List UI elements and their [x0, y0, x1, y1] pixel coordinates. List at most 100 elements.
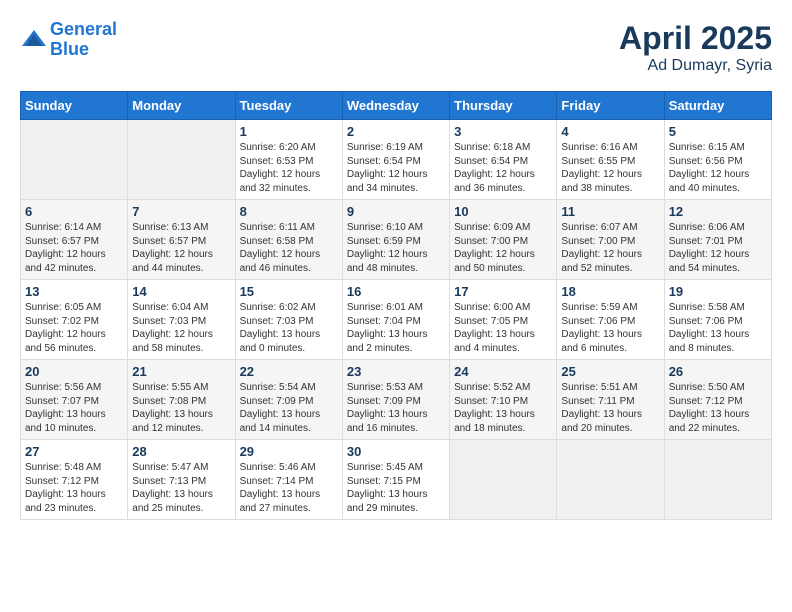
logo: General Blue: [20, 20, 117, 60]
day-number: 15: [240, 284, 338, 299]
day-cell: 10 Sunrise: 6:09 AM Sunset: 7:00 PM Dayli…: [450, 200, 557, 280]
day-cell: [128, 120, 235, 200]
day-info: Sunrise: 6:00 AM Sunset: 7:05 PM Dayligh…: [454, 301, 552, 355]
day-cell: [557, 440, 664, 520]
day-number: 14: [132, 284, 230, 299]
day-number: 29: [240, 444, 338, 459]
week-row-2: 6Sunrise: 6:14 AM Sunset: 6:57 PM Daylig…: [21, 200, 772, 280]
header-row: SundayMondayTuesdayWednesdayThursdayFrid…: [21, 92, 772, 120]
day-cell: 12Sunrise: 6:06 AM Sunset: 7:01 PM Dayli…: [664, 200, 771, 280]
day-number: 8: [240, 204, 338, 219]
day-number: 5: [669, 124, 767, 139]
day-cell: 25 Sunrise: 5:51 AM Sunset: 7:11 PM Dayli…: [557, 360, 664, 440]
day-cell: 27 Sunrise: 5:48 AM Sunset: 7:12 PM Dayli…: [21, 440, 128, 520]
day-number: 26: [669, 364, 767, 379]
day-number: 9: [347, 204, 445, 219]
day-number: 17: [454, 284, 552, 299]
day-cell: 28 Sunrise: 5:47 AM Sunset: 7:13 PM Dayli…: [128, 440, 235, 520]
day-cell: 14 Sunrise: 6:04 AM Sunset: 7:03 PM Dayli…: [128, 280, 235, 360]
day-cell: 4 Sunrise: 6:16 AM Sunset: 6:55 PM Daylig…: [557, 120, 664, 200]
day-number: 28: [132, 444, 230, 459]
day-number: 13: [25, 284, 123, 299]
day-cell: 13 Sunrise: 6:05 AM Sunset: 7:02 PM Dayli…: [21, 280, 128, 360]
day-info: Sunrise: 6:15 AM Sunset: 6:56 PM Dayligh…: [669, 141, 767, 195]
day-info: Sunrise: 5:54 AM Sunset: 7:09 PM Dayligh…: [240, 381, 338, 435]
day-number: 2: [347, 124, 445, 139]
day-number: 21: [132, 364, 230, 379]
day-info: Sunrise: 6:20 AM Sunset: 6:53 PM Dayligh…: [240, 141, 338, 195]
day-info: Sunrise: 5:53 AM Sunset: 7:09 PM Dayligh…: [347, 381, 445, 435]
column-header-sunday: Sunday: [21, 92, 128, 120]
day-info: Sunrise: 6:10 AM Sunset: 6:59 PM Dayligh…: [347, 221, 445, 275]
day-info: Sunrise: 5:52 AM Sunset: 7:10 PM Dayligh…: [454, 381, 552, 435]
day-info: Sunrise: 6:13 AM Sunset: 6:57 PM Dayligh…: [132, 221, 230, 275]
day-info: Sunrise: 6:04 AM Sunset: 7:03 PM Dayligh…: [132, 301, 230, 355]
day-cell: 19Sunrise: 5:58 AM Sunset: 7:06 PM Dayli…: [664, 280, 771, 360]
day-number: 27: [25, 444, 123, 459]
week-row-5: 27 Sunrise: 5:48 AM Sunset: 7:12 PM Dayli…: [21, 440, 772, 520]
day-cell: 26 Sunrise: 5:50 AM Sunset: 7:12 PM Dayli…: [664, 360, 771, 440]
logo-blue: Blue: [50, 39, 89, 59]
day-number: 24: [454, 364, 552, 379]
day-info: Sunrise: 5:48 AM Sunset: 7:12 PM Dayligh…: [25, 461, 123, 515]
column-header-wednesday: Wednesday: [342, 92, 449, 120]
day-info: Sunrise: 5:46 AM Sunset: 7:14 PM Dayligh…: [240, 461, 338, 515]
column-header-saturday: Saturday: [664, 92, 771, 120]
day-number: 1: [240, 124, 338, 139]
day-cell: 21Sunrise: 5:55 AM Sunset: 7:08 PM Dayli…: [128, 360, 235, 440]
day-cell: 2 Sunrise: 6:19 AM Sunset: 6:54 PM Daylig…: [342, 120, 449, 200]
calendar-table: SundayMondayTuesdayWednesdayThursdayFrid…: [20, 91, 772, 520]
day-cell: 7 Sunrise: 6:13 AM Sunset: 6:57 PM Daylig…: [128, 200, 235, 280]
day-info: Sunrise: 6:07 AM Sunset: 7:00 PM Dayligh…: [561, 221, 659, 275]
column-header-monday: Monday: [128, 92, 235, 120]
day-cell: 6Sunrise: 6:14 AM Sunset: 6:57 PM Daylig…: [21, 200, 128, 280]
day-info: Sunrise: 5:50 AM Sunset: 7:12 PM Dayligh…: [669, 381, 767, 435]
day-number: 4: [561, 124, 659, 139]
day-number: 7: [132, 204, 230, 219]
day-number: 23: [347, 364, 445, 379]
day-cell: [664, 440, 771, 520]
month-title: April 2025: [619, 20, 772, 57]
column-header-thursday: Thursday: [450, 92, 557, 120]
day-number: 20: [25, 364, 123, 379]
day-cell: 5 Sunrise: 6:15 AM Sunset: 6:56 PM Daylig…: [664, 120, 771, 200]
day-cell: [450, 440, 557, 520]
day-cell: 8 Sunrise: 6:11 AM Sunset: 6:58 PM Daylig…: [235, 200, 342, 280]
day-number: 10: [454, 204, 552, 219]
day-number: 6: [25, 204, 123, 219]
day-info: Sunrise: 6:09 AM Sunset: 7:00 PM Dayligh…: [454, 221, 552, 275]
day-cell: 18Sunrise: 5:59 AM Sunset: 7:06 PM Dayli…: [557, 280, 664, 360]
day-number: 11: [561, 204, 659, 219]
column-header-tuesday: Tuesday: [235, 92, 342, 120]
day-info: Sunrise: 6:05 AM Sunset: 7:02 PM Dayligh…: [25, 301, 123, 355]
week-row-3: 13 Sunrise: 6:05 AM Sunset: 7:02 PM Dayli…: [21, 280, 772, 360]
column-header-friday: Friday: [557, 92, 664, 120]
day-info: Sunrise: 6:19 AM Sunset: 6:54 PM Dayligh…: [347, 141, 445, 195]
day-number: 19: [669, 284, 767, 299]
day-cell: 11 Sunrise: 6:07 AM Sunset: 7:00 PM Dayli…: [557, 200, 664, 280]
day-number: 16: [347, 284, 445, 299]
day-cell: [21, 120, 128, 200]
day-info: Sunrise: 5:56 AM Sunset: 7:07 PM Dayligh…: [25, 381, 123, 435]
day-cell: 1 Sunrise: 6:20 AM Sunset: 6:53 PM Daylig…: [235, 120, 342, 200]
day-cell: 17 Sunrise: 6:00 AM Sunset: 7:05 PM Dayli…: [450, 280, 557, 360]
day-number: 3: [454, 124, 552, 139]
day-info: Sunrise: 6:11 AM Sunset: 6:58 PM Dayligh…: [240, 221, 338, 275]
day-info: Sunrise: 6:18 AM Sunset: 6:54 PM Dayligh…: [454, 141, 552, 195]
day-info: Sunrise: 5:45 AM Sunset: 7:15 PM Dayligh…: [347, 461, 445, 515]
logo-general: General: [50, 19, 117, 39]
day-cell: 20 Sunrise: 5:56 AM Sunset: 7:07 PM Dayli…: [21, 360, 128, 440]
day-info: Sunrise: 5:51 AM Sunset: 7:11 PM Dayligh…: [561, 381, 659, 435]
logo-icon: [20, 26, 48, 54]
day-cell: 23 Sunrise: 5:53 AM Sunset: 7:09 PM Dayli…: [342, 360, 449, 440]
day-number: 30: [347, 444, 445, 459]
day-number: 25: [561, 364, 659, 379]
day-info: Sunrise: 6:16 AM Sunset: 6:55 PM Dayligh…: [561, 141, 659, 195]
day-info: Sunrise: 5:47 AM Sunset: 7:13 PM Dayligh…: [132, 461, 230, 515]
day-info: Sunrise: 6:02 AM Sunset: 7:03 PM Dayligh…: [240, 301, 338, 355]
day-cell: 15 Sunrise: 6:02 AM Sunset: 7:03 PM Dayli…: [235, 280, 342, 360]
day-cell: 3 Sunrise: 6:18 AM Sunset: 6:54 PM Daylig…: [450, 120, 557, 200]
day-cell: 16Sunrise: 6:01 AM Sunset: 7:04 PM Dayli…: [342, 280, 449, 360]
day-cell: 29 Sunrise: 5:46 AM Sunset: 7:14 PM Dayli…: [235, 440, 342, 520]
week-row-1: 1 Sunrise: 6:20 AM Sunset: 6:53 PM Daylig…: [21, 120, 772, 200]
